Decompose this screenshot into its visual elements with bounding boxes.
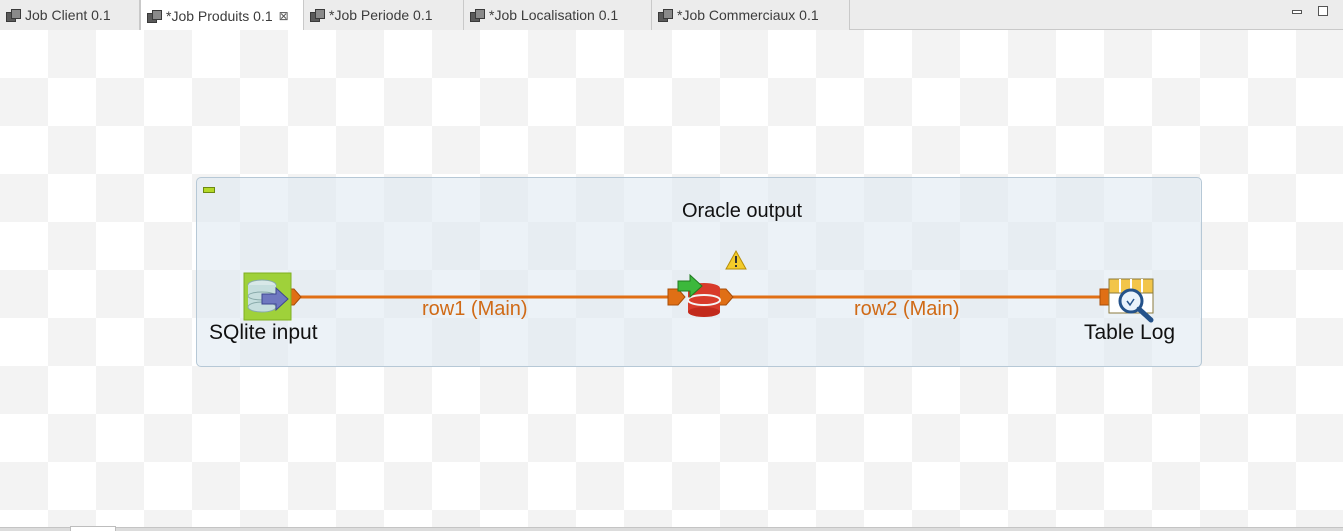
warning-icon — [725, 249, 747, 270]
link-label-row2[interactable]: row2 (Main) — [854, 298, 960, 321]
job-links-layer — [243, 249, 1154, 323]
sqlite-input-icon[interactable] — [243, 272, 292, 321]
component-label-sqlite-input[interactable]: SQlite input — [209, 321, 318, 345]
link-label-row1[interactable]: row1 (Main) — [422, 298, 528, 321]
talend-job-designer: Job Client 0.1 *Job Produits 0.1 ⊠ *Job … — [0, 0, 1343, 531]
component-label-table-log[interactable]: Table Log — [1084, 321, 1175, 345]
bottom-view-strip — [0, 527, 1343, 531]
bottom-view-tab[interactable] — [70, 526, 116, 531]
log-row-icon[interactable] — [1108, 278, 1154, 323]
